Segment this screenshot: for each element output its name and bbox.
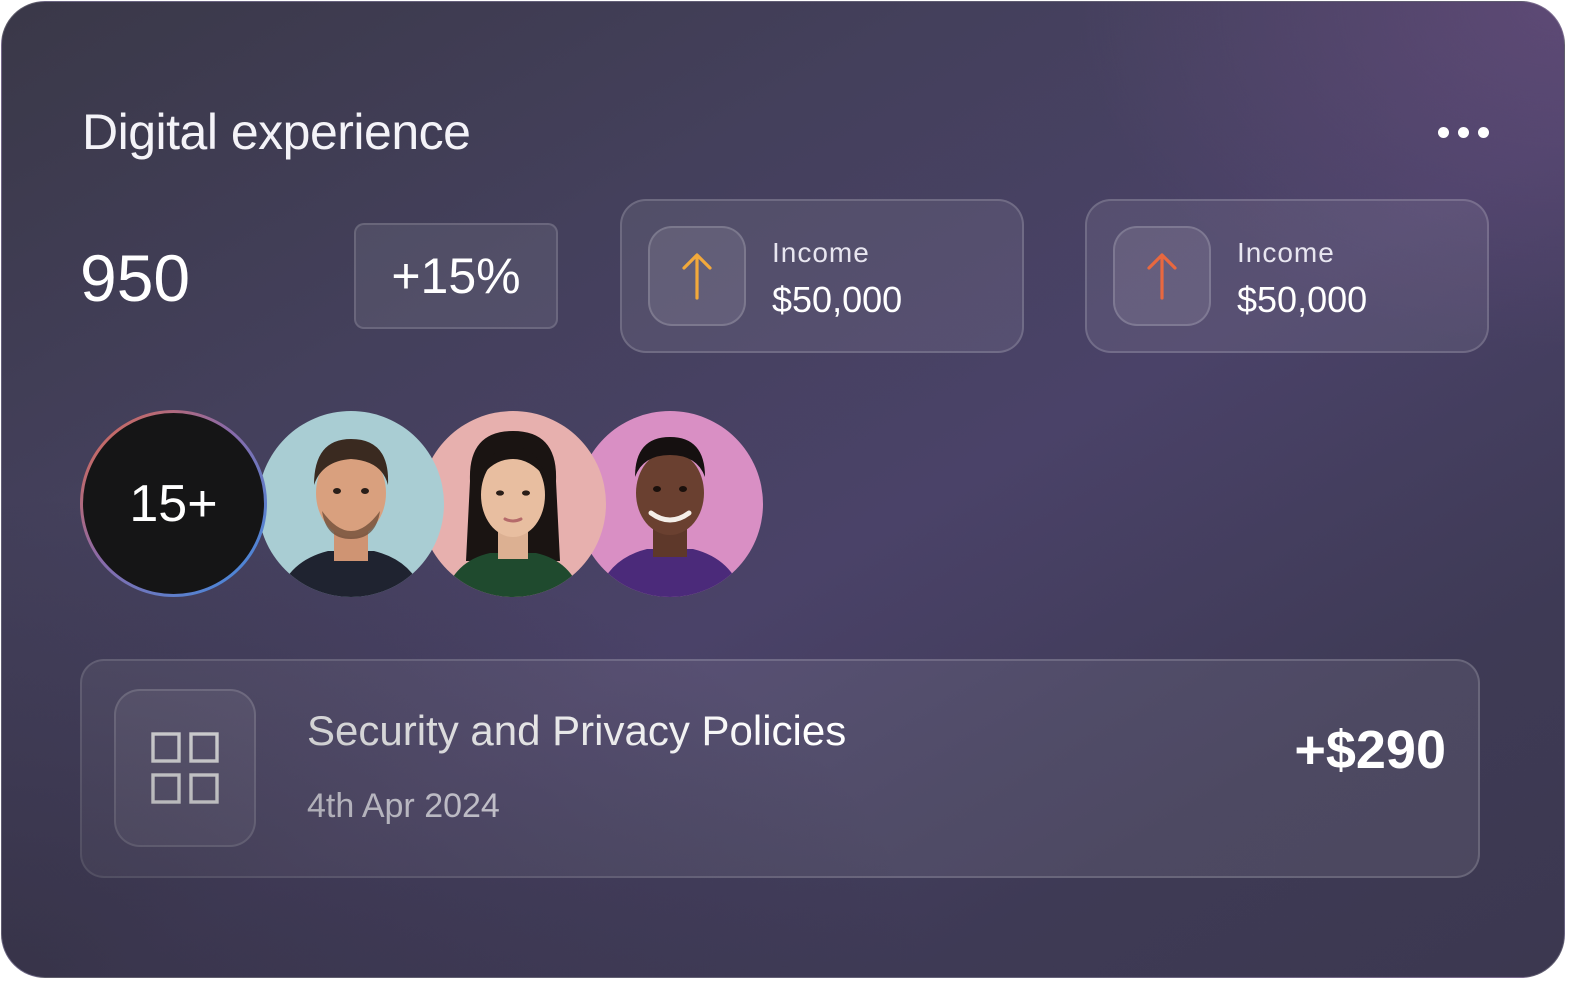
- team-avatars[interactable]: 15+: [80, 410, 780, 600]
- card-title: Digital experience: [82, 104, 471, 160]
- income-card-2[interactable]: Income $50,000: [1085, 199, 1489, 353]
- arrow-up-icon: [682, 253, 712, 300]
- policy-title: Security and Privacy Policies: [307, 707, 847, 754]
- grid-icon: [151, 732, 219, 804]
- person-avatar-image: [420, 411, 606, 597]
- policy-date: 4th Apr 2024: [307, 787, 500, 825]
- member-count-avatar[interactable]: 15+: [80, 410, 267, 597]
- more-dot: [1457, 126, 1469, 138]
- person-avatar-image: [258, 411, 444, 597]
- more-horizontal-icon: [1437, 126, 1449, 138]
- income-icon-box: [648, 226, 746, 326]
- avatar[interactable]: [420, 411, 606, 597]
- policy-icon-box: [114, 689, 256, 847]
- policy-list-item[interactable]: Security and Privacy Policies 4th Apr 20…: [80, 659, 1480, 878]
- total-count: 950: [80, 241, 191, 315]
- arrow-up-icon: [1147, 253, 1177, 300]
- income-icon-box: [1113, 226, 1211, 326]
- policy-amount: +$290: [1294, 720, 1446, 780]
- stat-value: $50,000: [772, 279, 903, 320]
- income-card-1[interactable]: Income $50,000: [620, 199, 1024, 353]
- stat-label: Income: [772, 237, 870, 268]
- avatar[interactable]: [258, 411, 444, 597]
- more-options-button[interactable]: [1428, 112, 1498, 152]
- stat-value: $50,000: [1237, 279, 1368, 320]
- stat-label: Income: [1237, 237, 1335, 268]
- more-dot: [1477, 126, 1489, 138]
- digital-experience-card: Digital experience 950 +15% Income $50,0…: [1, 1, 1565, 978]
- change-badge: +15%: [354, 223, 558, 329]
